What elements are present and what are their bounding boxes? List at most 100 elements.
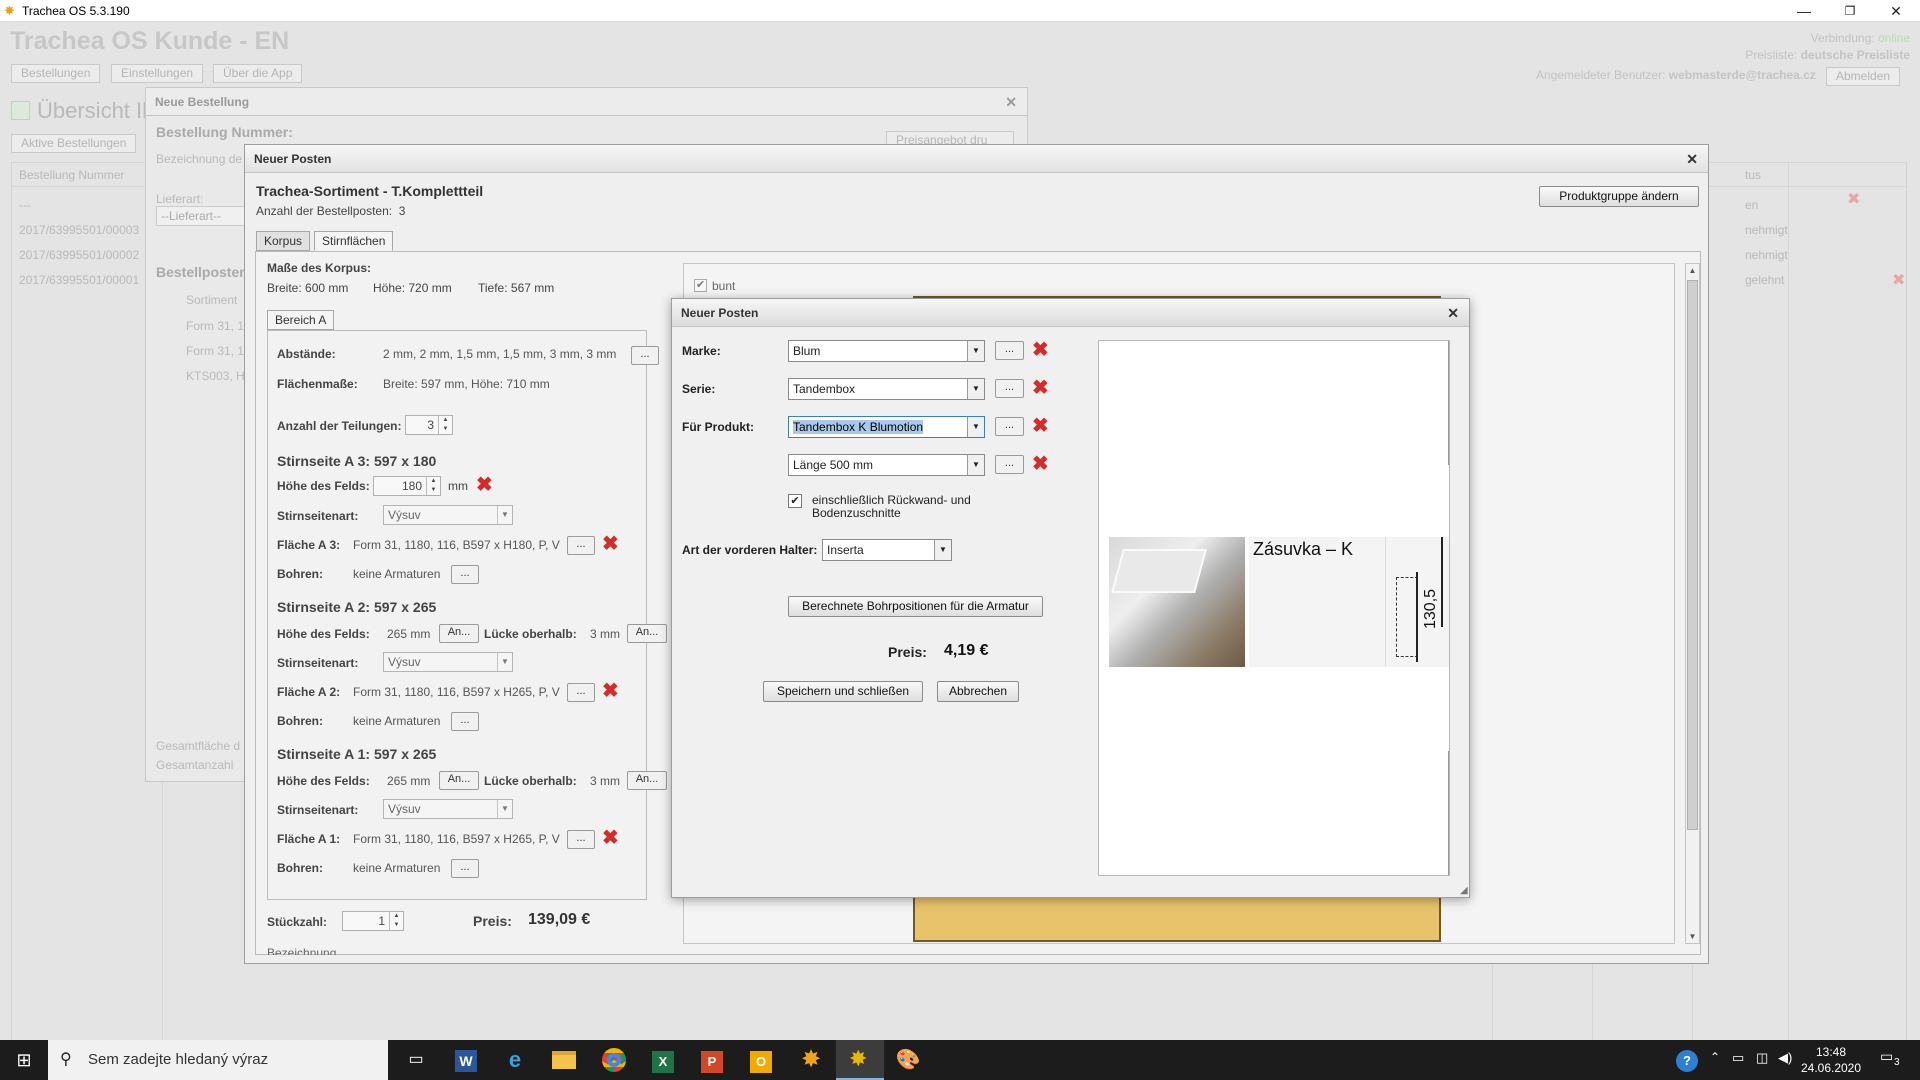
scroll-up-icon[interactable]: ▲ (1686, 264, 1699, 277)
help-icon[interactable]: ? (1676, 1050, 1698, 1072)
close-icon[interactable]: ✕ (1447, 299, 1459, 327)
bohren-edit-button[interactable]: ... (451, 712, 479, 731)
explorer-icon[interactable] (548, 1044, 580, 1076)
feld-height-stepper[interactable]: 180 ▲ ▼ (373, 476, 441, 496)
produkt-more-button[interactable]: ... (995, 417, 1024, 436)
tab-bereich-a[interactable]: Bereich A (267, 310, 335, 330)
marke-more-button[interactable]: ... (995, 341, 1024, 360)
remove-icon[interactable]: ✖ (602, 681, 619, 701)
remove-icon[interactable]: ✖ (1032, 454, 1049, 474)
resize-grip-icon[interactable]: ◢ (1460, 885, 1468, 896)
network-icon[interactable]: ◫ (1756, 1050, 1768, 1066)
remove-icon[interactable]: ✖ (1032, 340, 1049, 360)
delivery-select[interactable]: --Lieferart-- (156, 206, 246, 226)
nav-orders-button[interactable]: Bestellungen (11, 64, 101, 83)
art-select[interactable]: Výsuv ▼ (383, 652, 513, 672)
flaeche-edit-button[interactable]: ... (567, 683, 595, 702)
halter-select[interactable]: Inserta ▼ (822, 539, 952, 561)
tab-stirnflaechen[interactable]: Stirnflächen (314, 231, 394, 251)
windows-start-icon[interactable]: ⊞ (8, 1044, 40, 1076)
table-row[interactable]: KTS003, H (186, 369, 245, 383)
clock[interactable]: 13:48 24.06.2020 (1796, 1044, 1866, 1076)
an-button[interactable]: An... (627, 624, 667, 643)
bohren-edit-button[interactable]: ... (451, 859, 479, 878)
laenge-more-button[interactable]: ... (995, 455, 1024, 474)
delete-icon[interactable]: ✖ (1847, 189, 1860, 209)
tab-korpus[interactable]: Korpus (256, 231, 311, 251)
close-button[interactable]: ✕ (1873, 0, 1919, 22)
powerpoint-icon[interactable]: P (696, 1044, 728, 1076)
scrollbar[interactable]: ▲ ▼ (1685, 263, 1700, 944)
an-button[interactable]: An... (627, 771, 667, 790)
taskbar-active-app[interactable]: ✸ (836, 1040, 884, 1080)
outlook-icon[interactable]: O (745, 1044, 777, 1076)
close-icon[interactable]: ✕ (1005, 88, 1017, 116)
table-row[interactable]: 2017/63995501/00003 (19, 223, 139, 237)
stepper-down-icon[interactable]: ▼ (438, 425, 452, 434)
nav-settings-button[interactable]: Einstellungen (111, 64, 204, 83)
remove-icon[interactable]: ✖ (602, 534, 619, 554)
close-icon[interactable]: ✕ (1686, 145, 1698, 173)
logout-button[interactable]: Abmelden (1826, 67, 1901, 86)
table-row[interactable]: Form 31, 1 (186, 344, 244, 358)
chrome-icon[interactable] (598, 1044, 630, 1076)
user-label: Angemeldeter Benutzer: (1536, 68, 1666, 82)
stepper-up-icon[interactable]: ▲ (426, 477, 440, 486)
delete-icon[interactable]: ✖ (1892, 270, 1905, 290)
stueck-stepper[interactable]: 1 ▲ ▼ (342, 911, 404, 931)
bohren-edit-button[interactable]: ... (451, 565, 479, 584)
art-select[interactable]: Výsuv ▼ (383, 505, 513, 525)
battery-icon[interactable]: ▭ (1732, 1050, 1744, 1066)
produkt-select[interactable]: Tandembox K Blumotion ▼ (788, 416, 985, 438)
teilungen-value: 3 (427, 418, 434, 432)
maximize-button[interactable]: ❐ (1827, 0, 1873, 22)
minimize-button[interactable]: — (1781, 0, 1827, 22)
rueckwand-checkbox[interactable]: ✔ (788, 494, 802, 508)
scroll-thumb[interactable] (1687, 280, 1698, 830)
scroll-down-icon[interactable]: ▼ (1686, 930, 1699, 943)
nav-about-button[interactable]: Über die App (213, 64, 303, 83)
word-icon[interactable]: W (450, 1044, 482, 1076)
abstaende-edit-button[interactable]: ... (631, 346, 659, 365)
flaeche-edit-button[interactable]: ... (567, 830, 595, 849)
task-view-icon[interactable]: ▭ (400, 1044, 432, 1076)
cancel-button[interactable]: Abbrechen (937, 681, 1019, 702)
laenge-select[interactable]: Länge 500 mm ▼ (788, 454, 985, 476)
stepper-down-icon[interactable]: ▼ (426, 486, 440, 495)
table-row[interactable]: --- (19, 198, 31, 212)
star-app-icon[interactable]: ✸ (795, 1044, 827, 1076)
stepper-down-icon[interactable]: ▼ (389, 921, 403, 930)
serie-more-button[interactable]: ... (995, 379, 1024, 398)
an-button[interactable]: An... (439, 771, 479, 790)
volume-icon[interactable]: ◀) (1778, 1050, 1792, 1066)
search-placeholder: Sem zadejte hledaný výraz (88, 1051, 269, 1068)
notification-icon[interactable]: ▭ 3 (1880, 1048, 1904, 1072)
remove-icon[interactable]: ✖ (1032, 378, 1049, 398)
serie-select[interactable]: Tandembox ▼ (788, 378, 985, 400)
an-button[interactable]: An... (439, 624, 479, 643)
edge-icon[interactable]: e (499, 1044, 531, 1076)
active-orders-button[interactable]: Aktive Bestellungen (11, 134, 137, 153)
stepper-up-icon[interactable]: ▲ (389, 912, 403, 921)
marke-select[interactable]: Blum ▼ (788, 340, 985, 362)
teilungen-stepper[interactable]: 3 ▲ ▼ (405, 415, 453, 435)
change-product-group-button[interactable]: Produktgruppe ändern (1539, 186, 1699, 207)
position-count-label: Anzahl der Bestellposten: (256, 204, 393, 218)
flaeche-edit-button[interactable]: ... (567, 536, 595, 555)
remove-icon[interactable]: ✖ (602, 828, 619, 848)
table-row[interactable]: 2017/63995501/00001 (19, 273, 139, 287)
calc-drill-positions-button[interactable]: Berechnete Bohrpositionen für die Armatu… (788, 596, 1043, 617)
table-row[interactable]: Form 31, 1 (186, 319, 244, 333)
save-close-button[interactable]: Speichern und schließen (763, 681, 923, 702)
remove-icon[interactable]: ✖ (1032, 416, 1049, 436)
table-row[interactable]: 2017/63995501/00002 (19, 248, 139, 262)
bunt-checkbox[interactable]: ✔ (694, 279, 707, 292)
remove-icon[interactable]: ✖ (476, 475, 493, 495)
art-select[interactable]: Výsuv ▼ (383, 799, 513, 819)
paint-app-icon[interactable]: 🎨 (892, 1044, 924, 1076)
excel-icon[interactable]: X (647, 1044, 679, 1076)
stepper-up-icon[interactable]: ▲ (438, 416, 452, 425)
taskbar-search[interactable]: ⚲ Sem zadejte hledaný výraz (48, 1040, 388, 1080)
tray-chevron-icon[interactable]: ⌃ (1710, 1050, 1720, 1064)
new-position-titlebar: Neuer Posten ✕ (245, 145, 1708, 173)
